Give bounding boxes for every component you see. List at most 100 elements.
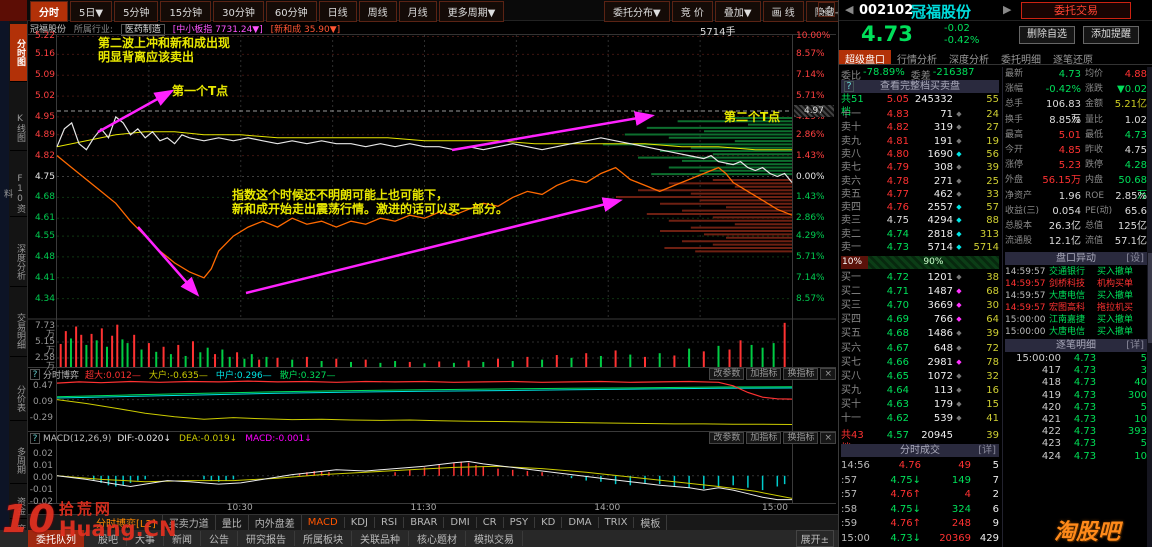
orderbook-row[interactable]: 买五 4.68 1486 ◆ 39 xyxy=(841,327,999,340)
orderbook-row[interactable]: 买二 4.71 1487 ◆ 68 xyxy=(841,285,999,298)
sidebar-item-K线图[interactable]: K线图 xyxy=(10,105,27,151)
help-icon[interactable]: ? xyxy=(844,81,854,92)
full-orderbook-header[interactable]: ? 查看完整档买卖盘 xyxy=(841,80,999,93)
period-tab-60分钟[interactable]: 60分钟 xyxy=(265,1,317,22)
anomaly-row[interactable]: 15:00:00 江南嘉捷 买入撤单 xyxy=(1005,314,1147,326)
expand-toggle[interactable]: 展开± xyxy=(795,530,834,547)
panel-scrollbar[interactable] xyxy=(1147,67,1152,547)
indicator-tab-DMI[interactable]: DMI xyxy=(444,517,477,528)
tool-button[interactable]: 叠加▼ xyxy=(714,1,761,22)
pane-button[interactable]: 改参数 xyxy=(709,432,745,444)
orderbook-row[interactable]: 买九 4.64 113 ◆ 16 xyxy=(841,384,999,397)
anomaly-row[interactable]: 14:59:57 大唐电信 买入撤单 xyxy=(1005,290,1147,302)
tick-trades-header[interactable]: 分时成交 [详] xyxy=(841,444,999,457)
sidebar-item-分时图[interactable]: 分时图 xyxy=(10,24,27,82)
status-item-模拟交易[interactable]: 模拟交易 xyxy=(466,531,523,546)
period-tab-分时[interactable]: 分时 xyxy=(30,1,68,22)
orderbook-row[interactable]: 十一 4.62 539 ◆ 41 xyxy=(841,412,999,425)
pane-button[interactable]: 改参数 xyxy=(709,368,745,380)
anomaly-row[interactable]: 14:59:57 宏图高科 拖拉机买 xyxy=(1005,302,1147,314)
sidebar-item-分价表[interactable]: 分价表 xyxy=(10,376,27,421)
sidebar-item-多周期[interactable]: 多周期 xyxy=(10,438,27,484)
status-item-核心题材[interactable]: 核心题材 xyxy=(409,531,466,546)
period-tab-月线[interactable]: 月线 xyxy=(398,1,437,22)
indicator-tab-MACD[interactable]: MACD xyxy=(302,517,345,528)
tool-button[interactable]: 竞 价 xyxy=(671,1,713,22)
orderbook-row[interactable]: 买十 4.63 179 ◆ 15 xyxy=(841,398,999,411)
pane-button[interactable]: 换指标 xyxy=(783,368,819,380)
indicator-tab-量比[interactable]: 量比 xyxy=(216,515,249,530)
tick-volume: 40 xyxy=(1134,377,1147,389)
indicator-tab-PSY[interactable]: PSY xyxy=(504,517,536,528)
tool-button[interactable]: 委托分布▼ xyxy=(604,1,670,22)
panel-tab-逐笔还原[interactable]: 逐笔还原 xyxy=(1047,50,1099,66)
prev-stock-icon[interactable]: ◀ xyxy=(845,3,853,16)
panel-tab-委托明细[interactable]: 委托明细 xyxy=(995,50,1047,66)
orderbook-row[interactable]: 卖八 4.80 1690 ◆ 56 xyxy=(841,148,999,161)
orderbook-row[interactable]: 买八 4.65 1072 ◆ 32 xyxy=(841,370,999,383)
panel-tab-行情分析[interactable]: 行情分析 xyxy=(891,50,943,66)
orderbook-row[interactable]: 卖一 4.73 5714 ◆ 5714 xyxy=(841,241,999,254)
sidebar-item-交易明细[interactable]: 交易明细 xyxy=(10,306,27,357)
status-item-公告[interactable]: 公告 xyxy=(201,531,238,546)
orderbook-row[interactable]: 卖四 4.76 2557 ◆ 57 xyxy=(841,201,999,214)
pane-button[interactable]: × xyxy=(820,368,836,380)
expand-icon[interactable]: ⤢ xyxy=(818,2,835,17)
period-tab-5日▼[interactable]: 5日▼ xyxy=(70,1,113,22)
anomaly-stock: 剑桥科技 xyxy=(1049,279,1086,289)
orderbook-row[interactable]: 十一 4.83 71 ◆ 24 xyxy=(841,108,999,121)
indicator-tab-BRAR[interactable]: BRAR xyxy=(404,517,445,528)
orderbook-row[interactable]: 共43档 4.57 20945 39 xyxy=(841,429,999,454)
tick-detail-header[interactable]: 逐笔明细 [详] xyxy=(1005,339,1147,352)
add-alert-button[interactable]: 添加提醒 xyxy=(1083,26,1139,44)
panel-tab-深度分析[interactable]: 深度分析 xyxy=(943,50,995,66)
period-tab-5分钟[interactable]: 5分钟 xyxy=(114,1,159,22)
pane-button[interactable]: 加指标 xyxy=(746,432,782,444)
status-item-关联品种[interactable]: 关联品种 xyxy=(352,531,409,546)
anomaly-row[interactable]: 15:00:00 大唐电信 买入撤单 xyxy=(1005,326,1147,338)
trade-button[interactable]: 委托交易 xyxy=(1021,2,1131,19)
orderbook-row[interactable]: 卖二 4.74 2818 ◆ 313 xyxy=(841,228,999,241)
order-anomaly-header[interactable]: 盘口异动 [设] xyxy=(1005,252,1147,265)
orderbook-row[interactable]: 卖十 4.82 319 ◆ 27 xyxy=(841,121,999,134)
next-stock-icon[interactable]: ▶ xyxy=(1003,3,1011,16)
period-tab-30分钟[interactable]: 30分钟 xyxy=(213,1,264,22)
remove-favorite-button[interactable]: 删除自选 xyxy=(1019,26,1075,44)
pane-button[interactable]: 加指标 xyxy=(746,368,782,380)
pane-button[interactable]: × xyxy=(820,432,836,444)
period-tab-15分钟[interactable]: 15分钟 xyxy=(160,1,212,22)
indicator-tab-KDJ[interactable]: KDJ xyxy=(345,517,375,528)
panel-tab-超级盘口[interactable]: 超级盘口 xyxy=(839,50,891,66)
indicator-tab-模板[interactable]: 模板 xyxy=(634,515,668,530)
orderbook-row[interactable]: 卖五 4.77 462 ◆ 33 xyxy=(841,188,999,201)
orderbook-row[interactable]: 卖三 4.75 4294 ◆ 88 xyxy=(841,214,999,227)
pane-button[interactable]: 换指标 xyxy=(783,432,819,444)
orderbook-row[interactable]: 卖七 4.79 308 ◆ 39 xyxy=(841,161,999,174)
sidebar-item-F10资料[interactable]: F10资料 xyxy=(2,171,27,217)
indicator-tab-DMA[interactable]: DMA xyxy=(562,517,599,528)
sidebar-item-深度分析[interactable]: 深度分析 xyxy=(10,238,27,287)
settings-link[interactable]: [设] xyxy=(1126,252,1144,265)
orderbook-row[interactable]: 共51档 5.05 245332 55 xyxy=(841,93,999,118)
orderbook-row[interactable]: 卖九 4.81 191 ◆ 19 xyxy=(841,135,999,148)
orderbook-row[interactable]: 卖六 4.78 271 ◆ 25 xyxy=(841,175,999,188)
indicator-tab-内外盘差[interactable]: 内外盘差 xyxy=(249,515,302,530)
status-item-研究报告[interactable]: 研究报告 xyxy=(238,531,295,546)
anomaly-row[interactable]: 14:59:57 剑桥科技 机构买单 xyxy=(1005,278,1147,290)
indicator-tab-RSI[interactable]: RSI xyxy=(375,517,405,528)
orderbook-row[interactable]: 买四 4.69 766 ◆ 64 xyxy=(841,313,999,326)
anomaly-row[interactable]: 14:59:57 交通银行 买入撤单 xyxy=(1005,266,1147,278)
indicator-tab-TRIX[interactable]: TRIX xyxy=(599,517,635,528)
period-tab-日线[interactable]: 日线 xyxy=(318,1,357,22)
tool-button[interactable]: 画 线 xyxy=(762,1,804,22)
status-item-所属板块[interactable]: 所属板块 xyxy=(295,531,352,546)
period-tab-更多周期▼[interactable]: 更多周期▼ xyxy=(438,1,505,22)
indicator-tab-KD[interactable]: KD xyxy=(535,517,563,528)
help-icon[interactable]: ? xyxy=(30,433,40,444)
period-tab-周线[interactable]: 周线 xyxy=(358,1,397,22)
orderbook-row[interactable]: 买三 4.70 3669 ◆ 30 xyxy=(841,299,999,312)
orderbook-row[interactable]: 买七 4.66 2981 ◆ 78 xyxy=(841,356,999,369)
orderbook-row[interactable]: 买一 4.72 1201 ◆ 38 xyxy=(841,271,999,284)
orderbook-row[interactable]: 买六 4.67 648 ◆ 72 xyxy=(841,342,999,355)
indicator-tab-CR[interactable]: CR xyxy=(477,517,504,528)
